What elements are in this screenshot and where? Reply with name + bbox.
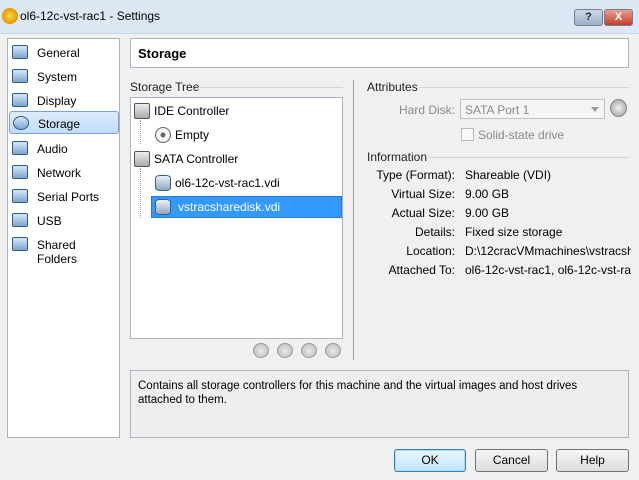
tree-connector bbox=[140, 168, 141, 218]
settings-sidebar: General System Display Storage Audio Net… bbox=[7, 38, 120, 438]
info-type-label: Type (Format): bbox=[376, 168, 455, 182]
hard-disk-select-value: SATA Port 1 bbox=[465, 103, 530, 117]
info-type-value: Shareable (VDI) bbox=[465, 168, 552, 182]
cancel-button[interactable]: Cancel bbox=[475, 449, 548, 472]
remove-attachment-icon[interactable] bbox=[325, 343, 341, 358]
info-details-label: Details: bbox=[414, 225, 455, 239]
panel-divider bbox=[353, 80, 354, 360]
sidebar-item-label: Display bbox=[37, 94, 77, 108]
tree-connector bbox=[140, 120, 141, 144]
add-controller-icon[interactable] bbox=[253, 343, 269, 358]
tree-item-disk[interactable]: ol6-12c-vst-rac1.vdi bbox=[155, 173, 335, 193]
info-virtual-size-value: 9.00 GB bbox=[465, 187, 510, 201]
hard-disk-label: Hard Disk: bbox=[398, 103, 455, 117]
sidebar-item-label: Audio bbox=[37, 142, 68, 156]
sidebar-item-display[interactable]: Display bbox=[9, 89, 119, 112]
serial-ports-icon bbox=[12, 189, 28, 203]
tree-item-label: Empty bbox=[175, 128, 210, 142]
storage-tree[interactable]: IDE Controller Empty SATA Controller ol6… bbox=[130, 97, 343, 339]
description-text: Contains all storage controllers for thi… bbox=[138, 380, 578, 406]
window-title: ol6-12c-vst-rac1 - Settings bbox=[20, 9, 161, 23]
page-header: Storage bbox=[130, 38, 629, 68]
help-button[interactable]: Help bbox=[556, 449, 629, 472]
system-icon bbox=[12, 69, 28, 83]
shared-folders-icon bbox=[12, 237, 28, 251]
sidebar-item-label: General bbox=[37, 46, 80, 60]
chevron-down-icon bbox=[591, 107, 599, 112]
sidebar-item-label: Network bbox=[37, 166, 82, 180]
tree-item-empty-drive[interactable]: Empty bbox=[155, 125, 335, 145]
title-close-button[interactable]: X bbox=[604, 9, 633, 26]
sidebar-item-network[interactable]: Network bbox=[9, 161, 119, 184]
info-details-value: Fixed size storage bbox=[465, 225, 563, 239]
tree-item-label: vstracsharedisk.vdi bbox=[178, 200, 281, 214]
title-bar: ol6-12c-vst-rac1 - Settings ? X bbox=[0, 0, 639, 34]
tree-item-label: SATA Controller bbox=[154, 152, 239, 166]
sidebar-item-label: USB bbox=[37, 214, 62, 228]
hard-disk-select[interactable]: SATA Port 1 bbox=[460, 99, 605, 119]
attributes-divider bbox=[420, 87, 629, 88]
sidebar-item-label: System bbox=[37, 70, 78, 84]
network-icon bbox=[12, 165, 28, 179]
remove-controller-icon[interactable] bbox=[277, 343, 293, 358]
sidebar-item-audio[interactable]: Audio bbox=[9, 137, 119, 160]
sidebar-item-label: Serial Ports bbox=[37, 190, 100, 204]
sata-controller-icon bbox=[134, 151, 150, 167]
choose-disk-icon[interactable] bbox=[610, 99, 627, 117]
sidebar-item-label: Storage bbox=[38, 117, 81, 131]
tree-item-sata-controller[interactable]: SATA Controller bbox=[134, 149, 334, 169]
info-location-value: D:\12cracVMmachines\vstracsha... bbox=[465, 244, 631, 258]
sidebar-item-system[interactable]: System bbox=[9, 65, 119, 88]
info-location-label: Location: bbox=[406, 244, 455, 258]
virtualbox-gear-icon bbox=[2, 8, 18, 24]
audio-icon bbox=[12, 141, 28, 155]
tree-item-label: ol6-12c-vst-rac1.vdi bbox=[175, 176, 280, 190]
title-help-button[interactable]: ? bbox=[574, 9, 603, 26]
sidebar-item-storage[interactable]: Storage bbox=[9, 111, 119, 134]
tree-item-disk-selected[interactable]: vstracsharedisk.vdi bbox=[151, 196, 342, 218]
attributes-label: Attributes bbox=[367, 80, 418, 94]
ok-button[interactable]: OK bbox=[394, 449, 466, 472]
add-attachment-icon[interactable] bbox=[301, 343, 317, 358]
information-label: Information bbox=[367, 150, 428, 164]
information-divider bbox=[428, 157, 629, 158]
page-title: Storage bbox=[138, 46, 187, 61]
sidebar-item-general[interactable]: General bbox=[9, 41, 119, 64]
general-icon bbox=[12, 45, 28, 59]
solid-state-checkbox[interactable] bbox=[461, 128, 474, 141]
sidebar-item-serial-ports[interactable]: Serial Ports bbox=[9, 185, 119, 208]
tree-item-label: IDE Controller bbox=[154, 104, 230, 118]
hard-disk-icon bbox=[155, 199, 171, 215]
storage-tree-label: Storage Tree bbox=[130, 80, 200, 94]
display-icon bbox=[12, 93, 28, 107]
usb-icon bbox=[12, 213, 28, 227]
description-box: Contains all storage controllers for thi… bbox=[130, 370, 629, 438]
storage-icon bbox=[13, 116, 29, 130]
sidebar-item-shared-folders[interactable]: Shared Folders bbox=[9, 233, 119, 266]
ide-controller-icon bbox=[134, 103, 150, 119]
info-attached-to-label: Attached To: bbox=[388, 263, 456, 277]
info-attached-to-value: ol6-12c-vst-rac1, ol6-12c-vst-rac2 bbox=[465, 263, 631, 277]
info-actual-size-value: 9.00 GB bbox=[465, 206, 510, 220]
sidebar-item-label: Shared Folders bbox=[37, 238, 78, 266]
storage-tree-toolbar bbox=[253, 343, 343, 359]
solid-state-label: Solid-state drive bbox=[478, 128, 565, 142]
storage-tree-divider bbox=[198, 87, 343, 88]
sidebar-item-usb[interactable]: USB bbox=[9, 209, 119, 232]
info-virtual-size-label: Virtual Size: bbox=[391, 187, 455, 201]
hard-disk-icon bbox=[155, 175, 171, 191]
tree-item-ide-controller[interactable]: IDE Controller bbox=[134, 101, 334, 121]
optical-disc-icon bbox=[155, 127, 171, 143]
info-actual-size-label: Actual Size: bbox=[391, 206, 455, 220]
